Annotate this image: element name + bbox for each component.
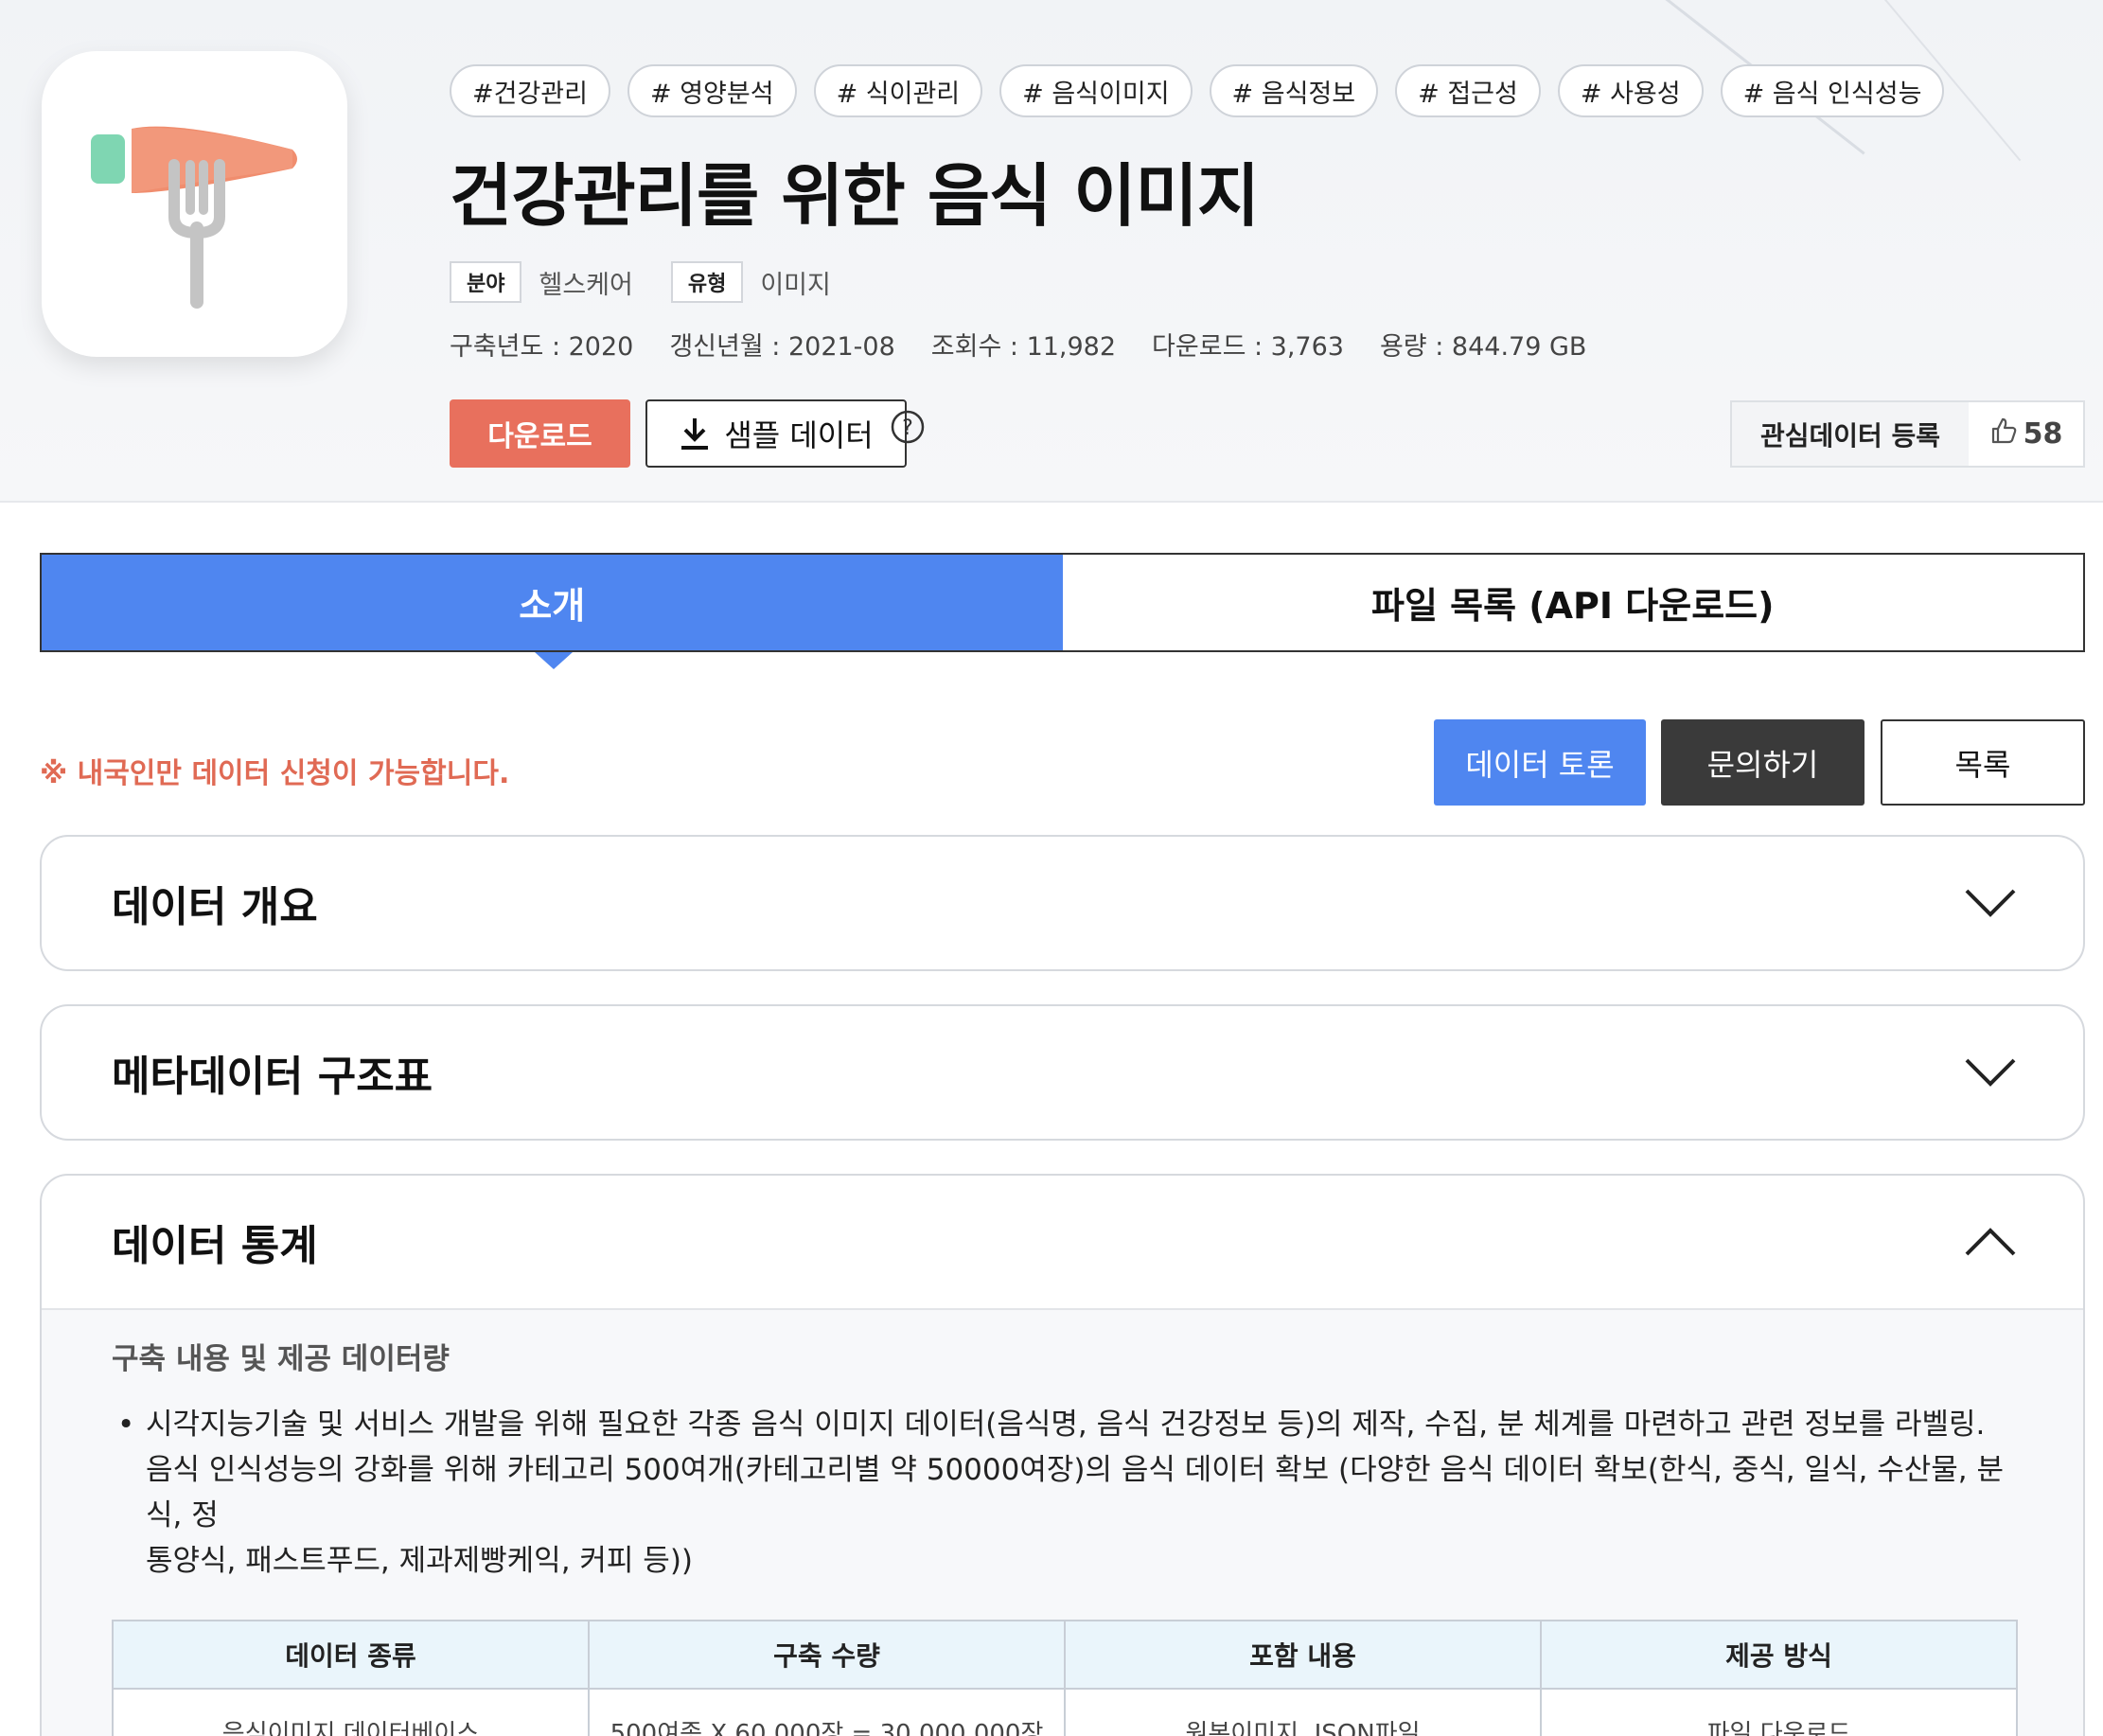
notice-text: ※ 내국인만 데이터 신청이 가능합니다. — [40, 757, 510, 790]
tag[interactable]: # 음식이미지 — [999, 64, 1193, 117]
inquiry-button[interactable]: 문의하기 — [1661, 719, 1864, 806]
section-title: 데이터 통계 — [112, 1222, 318, 1270]
section-statistics: 데이터 통계 구축 내용 및 제공 데이터량 시각지능기술 및 서비스 개발을 … — [40, 1174, 2085, 1736]
field-badge: 분야 — [450, 261, 522, 303]
like-button[interactable]: 58 — [1969, 402, 2083, 466]
statistics-description: 시각지능기술 및 서비스 개발을 위해 필요한 각종 음식 이미지 데이터(음식… — [112, 1402, 2013, 1584]
data-size: 용량 : 844.79 GB — [1379, 332, 1587, 362]
update-date: 갱신년월 : 2021-08 — [669, 332, 895, 362]
active-tab-indicator — [535, 652, 573, 669]
table-cell: 원본이미지, JSON파일 — [1064, 1688, 1542, 1736]
table-header: 구축 수량 — [588, 1620, 1066, 1690]
type-badge: 유형 — [670, 261, 744, 303]
table-header: 포함 내용 — [1064, 1620, 1542, 1690]
tag[interactable]: # 영양분석 — [627, 64, 797, 117]
section-overview: 데이터 개요 — [40, 835, 2085, 971]
like-count: 58 — [2023, 417, 2063, 451]
tag[interactable]: # 사용성 — [1557, 64, 1704, 117]
chevron-up-icon[interactable] — [1964, 1227, 2017, 1257]
description-line: 통양식, 패스트푸드, 제과제빵케익, 커피 등)) — [146, 1544, 694, 1578]
page-title: 건강관리를 위한 음식 이미지 — [450, 156, 1260, 236]
chevron-down-icon[interactable] — [1964, 888, 2017, 918]
thumbs-up-icon — [1989, 416, 2018, 452]
tag[interactable]: # 음식 인식성능 — [1720, 64, 1945, 117]
table-cell: 파일 다운로드 — [1540, 1688, 2018, 1736]
download-icon — [679, 416, 711, 452]
favorite-button[interactable]: 관심데이터 등록 — [1732, 402, 1969, 466]
table-row: 음식이미지 데이터베이스 500여종 X 60,000장 = 30,000,00… — [112, 1688, 2018, 1736]
tag[interactable]: # 식이관리 — [813, 64, 983, 117]
field-value: 헬스케어 — [539, 270, 633, 300]
type-value: 이미지 — [760, 270, 831, 300]
table-header: 제공 방식 — [1540, 1620, 2018, 1690]
table-header: 데이터 종류 — [112, 1620, 590, 1690]
list-button[interactable]: 목록 — [1881, 719, 2085, 806]
table-cell: 500여종 X 60,000장 = 30,000,000장 — [588, 1688, 1066, 1736]
data-forum-button[interactable]: 데이터 토론 — [1434, 719, 1646, 806]
section-metadata: 메타데이터 구조표 — [40, 1004, 2085, 1141]
section-title: 데이터 개요 — [112, 883, 318, 931]
statistics-table: 데이터 종류 구축 수량 포함 내용 제공 방식 음식이미지 데이터베이스 50… — [112, 1620, 2018, 1736]
download-button[interactable]: 다운로드 — [450, 399, 630, 468]
section-statistics-body: 구축 내용 및 제공 데이터량 시각지능기술 및 서비스 개발을 위해 필요한 … — [42, 1308, 2083, 1736]
description-line: 시각지능기술 및 서비스 개발을 위해 필요한 각종 음식 이미지 데이터(음식… — [146, 1408, 1986, 1442]
tag[interactable]: # 접근성 — [1395, 64, 1541, 117]
dataset-meta: 분야 헬스케어 유형 이미지 — [450, 261, 869, 303]
section-overview-header[interactable]: 데이터 개요 — [42, 837, 2083, 969]
tag-list: #건강관리 # 영양분석 # 식이관리 # 음식이미지 # 음식정보 # 접근성… — [450, 64, 1945, 117]
view-count: 조회수 : 11,982 — [930, 332, 1117, 362]
table-header-row: 데이터 종류 구축 수량 포함 내용 제공 방식 — [112, 1620, 2018, 1690]
carrot-fork-logo-icon — [91, 126, 297, 309]
description-line: 음식 인식성능의 강화를 위해 카테고리 500여개(카테고리별 약 50000… — [146, 1453, 2005, 1532]
build-year: 구축년도 : 2020 — [450, 332, 634, 362]
chevron-down-icon[interactable] — [1964, 1057, 2017, 1088]
svg-text:?: ? — [902, 416, 913, 440]
tag[interactable]: #건강관리 — [450, 64, 610, 117]
dataset-header: #건강관리 # 영양분석 # 식이관리 # 음식이미지 # 음식정보 # 접근성… — [0, 0, 2103, 503]
tag[interactable]: # 음식정보 — [1209, 64, 1379, 117]
sample-data-label: 샘플 데이터 — [724, 417, 874, 453]
dataset-logo — [42, 51, 347, 357]
section-title: 메타데이터 구조표 — [112, 1053, 433, 1101]
tab-bar: 소개 파일 목록 (API 다운로드) — [40, 553, 2085, 652]
tab-intro[interactable]: 소개 — [42, 555, 1063, 650]
favorite-box: 관심데이터 등록 58 — [1730, 400, 2085, 468]
section-statistics-header[interactable]: 데이터 통계 — [42, 1176, 2083, 1308]
download-count: 다운로드 : 3,763 — [1152, 332, 1344, 362]
table-cell: 음식이미지 데이터베이스 — [112, 1688, 590, 1736]
help-circle-icon[interactable]: ? — [890, 409, 926, 449]
dataset-stats: 구축년도 : 2020 갱신년월 : 2021-08 조회수 : 11,982 … — [450, 326, 1586, 363]
statistics-subheading: 구축 내용 및 제공 데이터량 — [112, 1342, 450, 1376]
sample-data-button[interactable]: 샘플 데이터 — [645, 399, 907, 468]
section-metadata-header[interactable]: 메타데이터 구조표 — [42, 1006, 2083, 1139]
tab-file-list[interactable]: 파일 목록 (API 다운로드) — [1062, 555, 2083, 650]
